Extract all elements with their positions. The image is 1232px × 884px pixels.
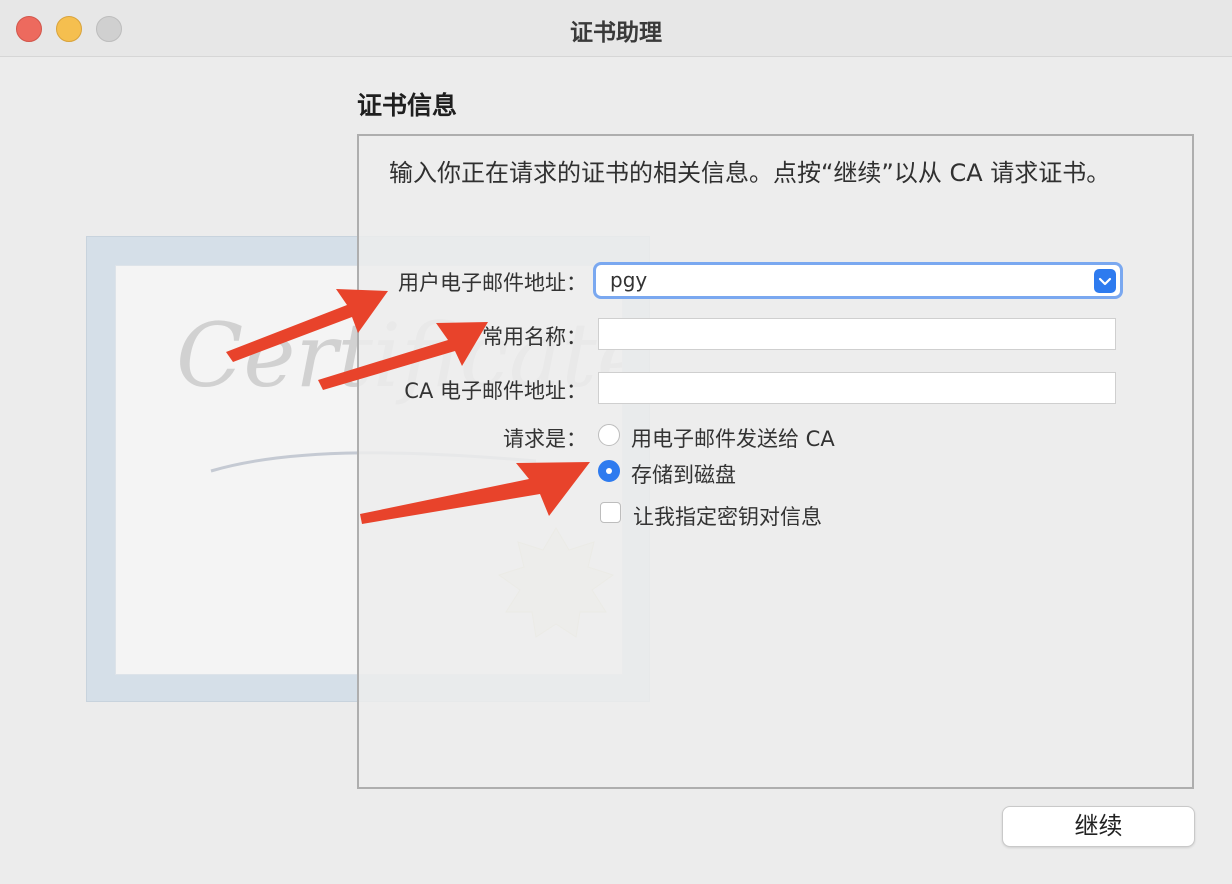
red-arrow-icon — [318, 322, 488, 390]
annotation-arrows — [226, 289, 590, 524]
red-arrow-icon — [226, 289, 388, 362]
red-arrow-icon — [360, 462, 590, 524]
